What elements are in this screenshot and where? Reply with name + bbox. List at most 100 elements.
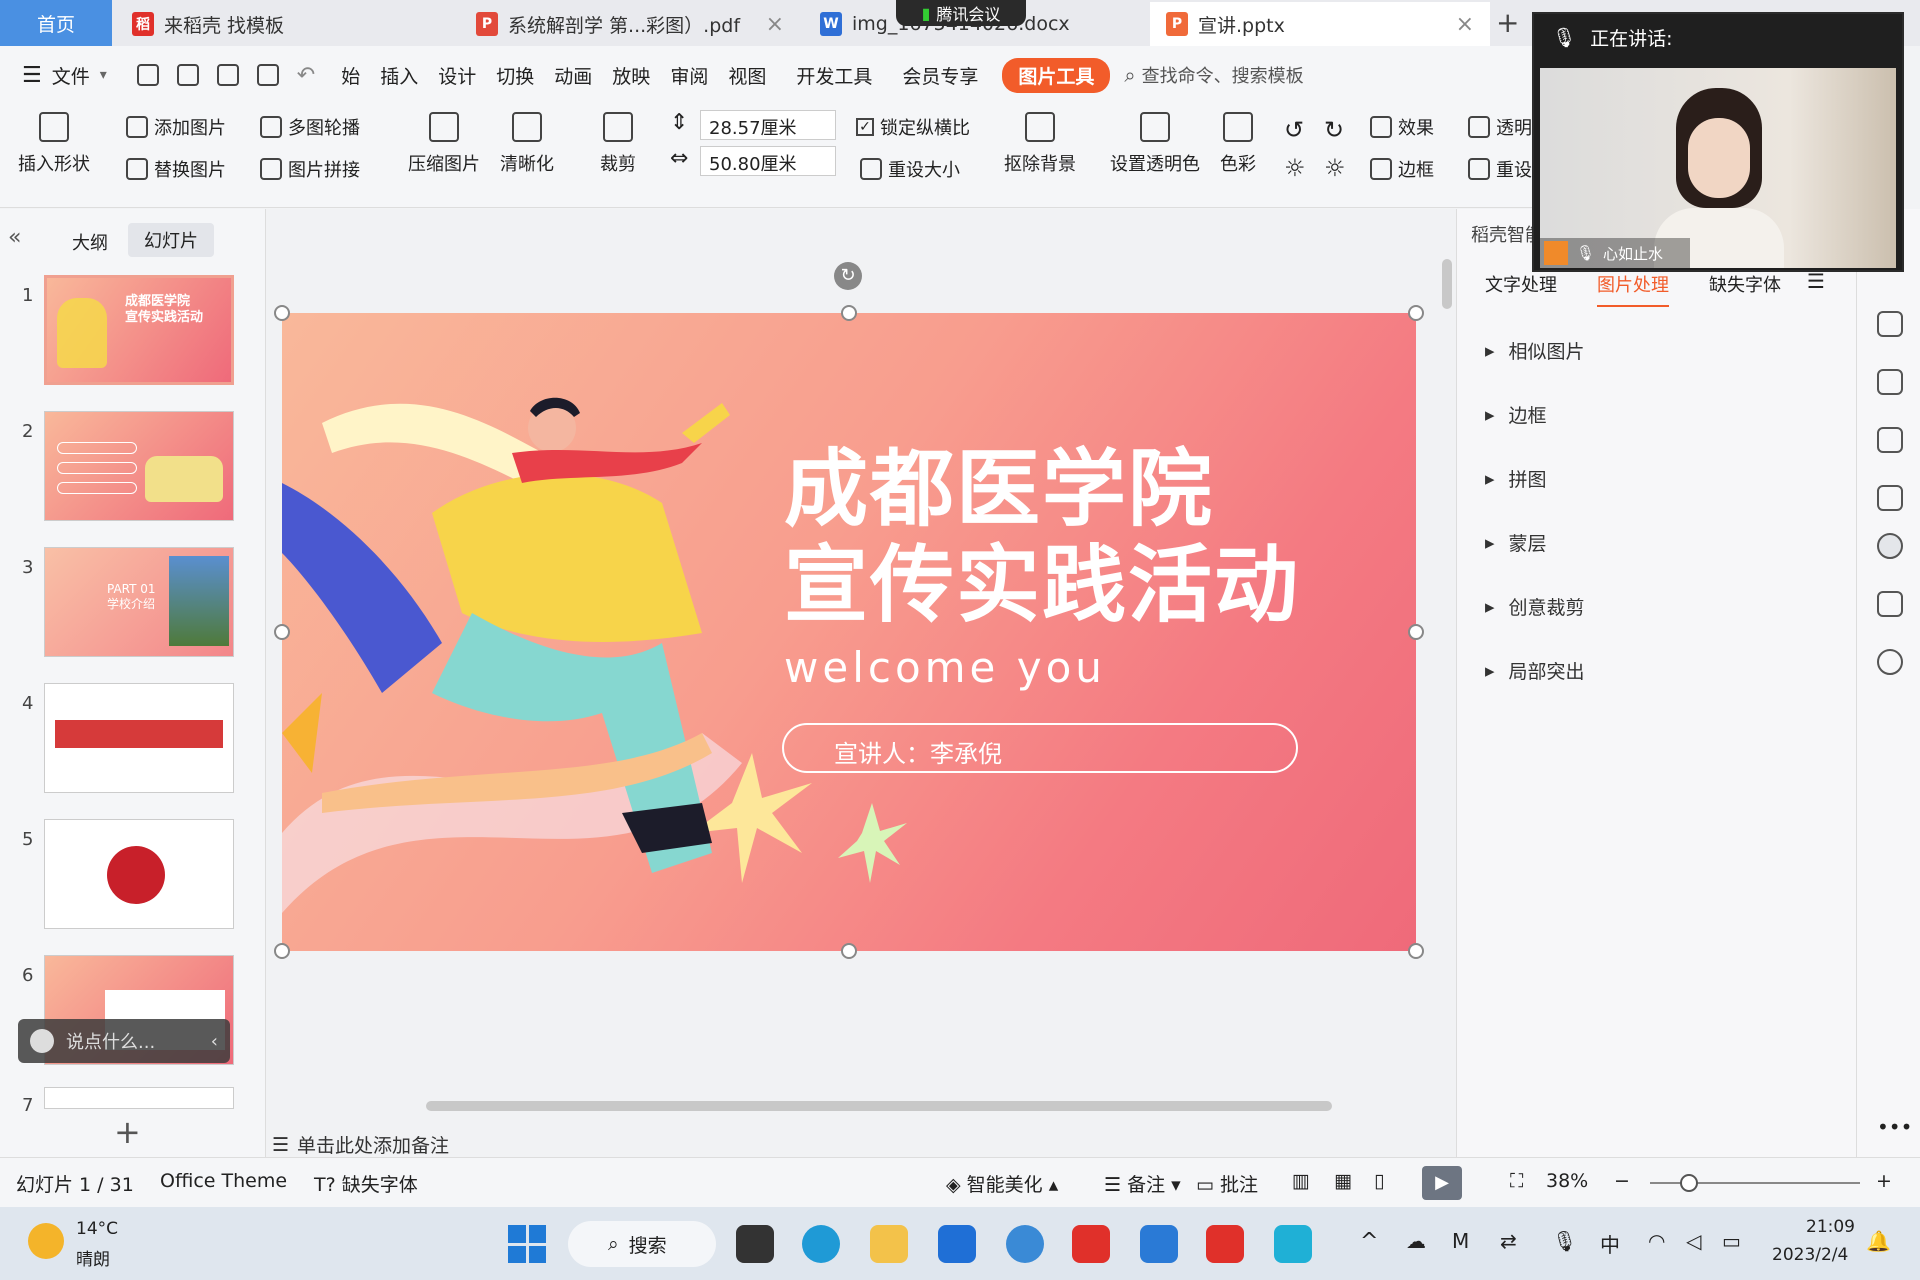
tray-app-icon[interactable]: M [1452, 1229, 1469, 1253]
close-icon[interactable]: × [766, 12, 784, 37]
mail-icon[interactable] [938, 1225, 976, 1263]
tab-missing-fonts[interactable]: 缺失字体 [1709, 271, 1781, 297]
section-similar-pictures[interactable]: ▸ 相似图片 [1485, 337, 1585, 364]
compress-picture-button[interactable]: 压缩图片 [408, 112, 480, 176]
rotate-left-icon[interactable]: ↺ [1284, 116, 1304, 144]
reading-view-icon[interactable]: ▯ [1374, 1170, 1384, 1192]
normal-view-icon[interactable]: ▥ [1292, 1170, 1310, 1192]
section-collage[interactable]: ▸ 拼图 [1485, 465, 1547, 492]
resize-handle-w[interactable] [274, 624, 290, 640]
tab-text-processing[interactable]: 文字处理 [1485, 271, 1557, 297]
windows-start-icon[interactable] [508, 1225, 546, 1263]
zoom-out-button[interactable]: − [1614, 1170, 1630, 1192]
browser-icon[interactable] [1006, 1225, 1044, 1263]
set-transparent-button[interactable]: 设置透明色 [1110, 112, 1200, 176]
hamburger-icon[interactable]: ☰ [22, 63, 42, 88]
cloud-icon[interactable]: ☁ [1406, 1229, 1426, 1253]
width-input[interactable]: 50.80厘米 [700, 146, 836, 176]
vertical-scrollbar[interactable] [1442, 239, 1454, 899]
slide-thumbnail-3[interactable]: PART 01 学校介绍 [44, 547, 234, 657]
chevron-left-icon[interactable]: ‹ [211, 1031, 218, 1052]
zoom-slider[interactable] [1650, 1174, 1860, 1192]
more-icon[interactable]: ••• [1877, 1115, 1912, 1139]
slide-thumbnail-1[interactable]: 成都医学院 宣传实践活动 [44, 275, 234, 385]
reset-picture-button[interactable]: 重设 [1468, 156, 1532, 182]
resize-handle-s[interactable] [841, 943, 857, 959]
wifi-icon[interactable]: ◠ [1648, 1229, 1665, 1253]
add-slide-button[interactable]: + [114, 1113, 141, 1151]
zoom-level[interactable]: 38% [1546, 1170, 1588, 1192]
netease-music-icon[interactable] [1072, 1225, 1110, 1263]
tab-home[interactable]: 首页 [0, 0, 112, 46]
picture-tools-tab[interactable]: 图片工具 [1002, 57, 1111, 93]
chat-input[interactable]: 说点什么... ‹ [18, 1019, 230, 1063]
sharpen-button[interactable]: 清晰化 [500, 112, 554, 176]
height-input[interactable]: 28.57厘米 [700, 110, 836, 140]
wps-icon[interactable] [1206, 1225, 1244, 1263]
location-icon[interactable] [1877, 533, 1903, 559]
scroll-thumb[interactable] [426, 1101, 1332, 1111]
menu-developer[interactable]: 开发工具 [786, 62, 882, 89]
resize-handle-e[interactable] [1408, 624, 1424, 640]
picture-tool-icon[interactable] [1877, 485, 1903, 511]
resize-handle-ne[interactable] [1408, 305, 1424, 321]
ime-indicator[interactable]: 中 [1600, 1229, 1620, 1258]
menu-file[interactable]: 文件 [42, 62, 100, 89]
section-border[interactable]: ▸ 边框 [1485, 401, 1547, 428]
crop-button[interactable]: 裁剪 [600, 112, 636, 176]
menu-transition[interactable]: 切换 [486, 62, 544, 89]
print-preview-icon[interactable] [256, 64, 279, 86]
slide-canvas[interactable]: 成都医学院 宣传实践活动 welcome you 宣讲人：李承倪 [282, 313, 1416, 951]
menu-slideshow[interactable]: 放映 [602, 62, 660, 89]
smart-beautify-button[interactable]: ◈ 智能美化 ▴ [946, 1170, 1058, 1197]
resize-handle-n[interactable] [841, 305, 857, 321]
undo-icon[interactable]: ↶ [297, 63, 315, 88]
picture-stitch-button[interactable]: 图片拼接 [260, 156, 360, 182]
resize-handle-sw[interactable] [274, 943, 290, 959]
rotate-right-icon[interactable]: ↻ [1324, 116, 1344, 144]
microphone-tray-icon[interactable]: 🎙 [1552, 1229, 1577, 1253]
export-pdf-icon[interactable] [176, 64, 199, 86]
lock-ratio-checkbox[interactable]: ✓ 锁定纵横比 [856, 114, 970, 140]
brightness-down-icon[interactable]: ☼ [1324, 154, 1346, 182]
remote-desktop-icon[interactable] [1274, 1225, 1312, 1263]
horizontal-scrollbar[interactable] [266, 1101, 1456, 1115]
slide-thumbnail-2[interactable] [44, 411, 234, 521]
replace-picture-button[interactable]: 替换图片 [126, 156, 226, 182]
section-creative-crop[interactable]: ▸ 创意裁剪 [1485, 593, 1585, 620]
battery-icon[interactable]: ▭ [1722, 1229, 1741, 1253]
brightness-up-icon[interactable]: ☼ [1284, 154, 1306, 182]
star-icon[interactable] [1877, 369, 1903, 395]
tab-image-processing[interactable]: 图片处理 [1597, 271, 1669, 307]
menu-home[interactable]: 始 [331, 62, 370, 89]
clock-date[interactable]: 2023/2/4 [1772, 1245, 1848, 1265]
tab-pdf[interactable]: P 系统解剖学 第...彩图）.pdf × [460, 2, 800, 46]
section-mask[interactable]: ▸ 蒙层 [1485, 529, 1547, 556]
slide-thumbnail-7[interactable] [44, 1087, 234, 1109]
notes-button[interactable]: ☰ 备注 ▾ [1104, 1170, 1181, 1197]
meeting-app-icon[interactable] [1140, 1225, 1178, 1263]
properties-icon[interactable] [1877, 311, 1903, 337]
scroll-thumb[interactable] [1442, 259, 1452, 309]
menu-view[interactable]: 视图 [718, 62, 776, 89]
menu-member[interactable]: 会员专享 [892, 62, 988, 89]
file-explorer-icon[interactable] [870, 1225, 908, 1263]
slide-thumbnail-4[interactable] [44, 683, 234, 793]
zoom-slider-thumb[interactable] [1680, 1174, 1698, 1192]
transparency-button[interactable]: 透明 [1468, 114, 1532, 140]
menu-insert[interactable]: 插入 [370, 62, 428, 89]
help-icon[interactable] [1877, 649, 1903, 675]
slides-icon[interactable] [1877, 427, 1903, 453]
video-call-window[interactable]: 🎙 正在讲话: 🎙 心如止水 [1532, 12, 1904, 272]
section-local-highlight[interactable]: ▸ 局部突出 [1485, 657, 1585, 684]
add-picture-button[interactable]: 添加图片 [126, 114, 226, 140]
color-button[interactable]: 色彩 [1220, 112, 1256, 176]
grid-view-icon[interactable]: ▦ [1334, 1170, 1352, 1192]
insert-shape-button[interactable]: 插入形状 [18, 112, 90, 176]
rotate-handle-icon[interactable]: ↻ [834, 262, 862, 290]
border-button[interactable]: 边框 [1370, 156, 1434, 182]
close-icon[interactable]: × [1456, 12, 1474, 37]
notes-area[interactable]: ☰ 单击此处添加备注 [272, 1131, 449, 1158]
tab-pptx[interactable]: P 宣讲.pptx × [1150, 2, 1490, 46]
fit-window-icon[interactable]: ⛶ [1510, 1170, 1523, 1192]
